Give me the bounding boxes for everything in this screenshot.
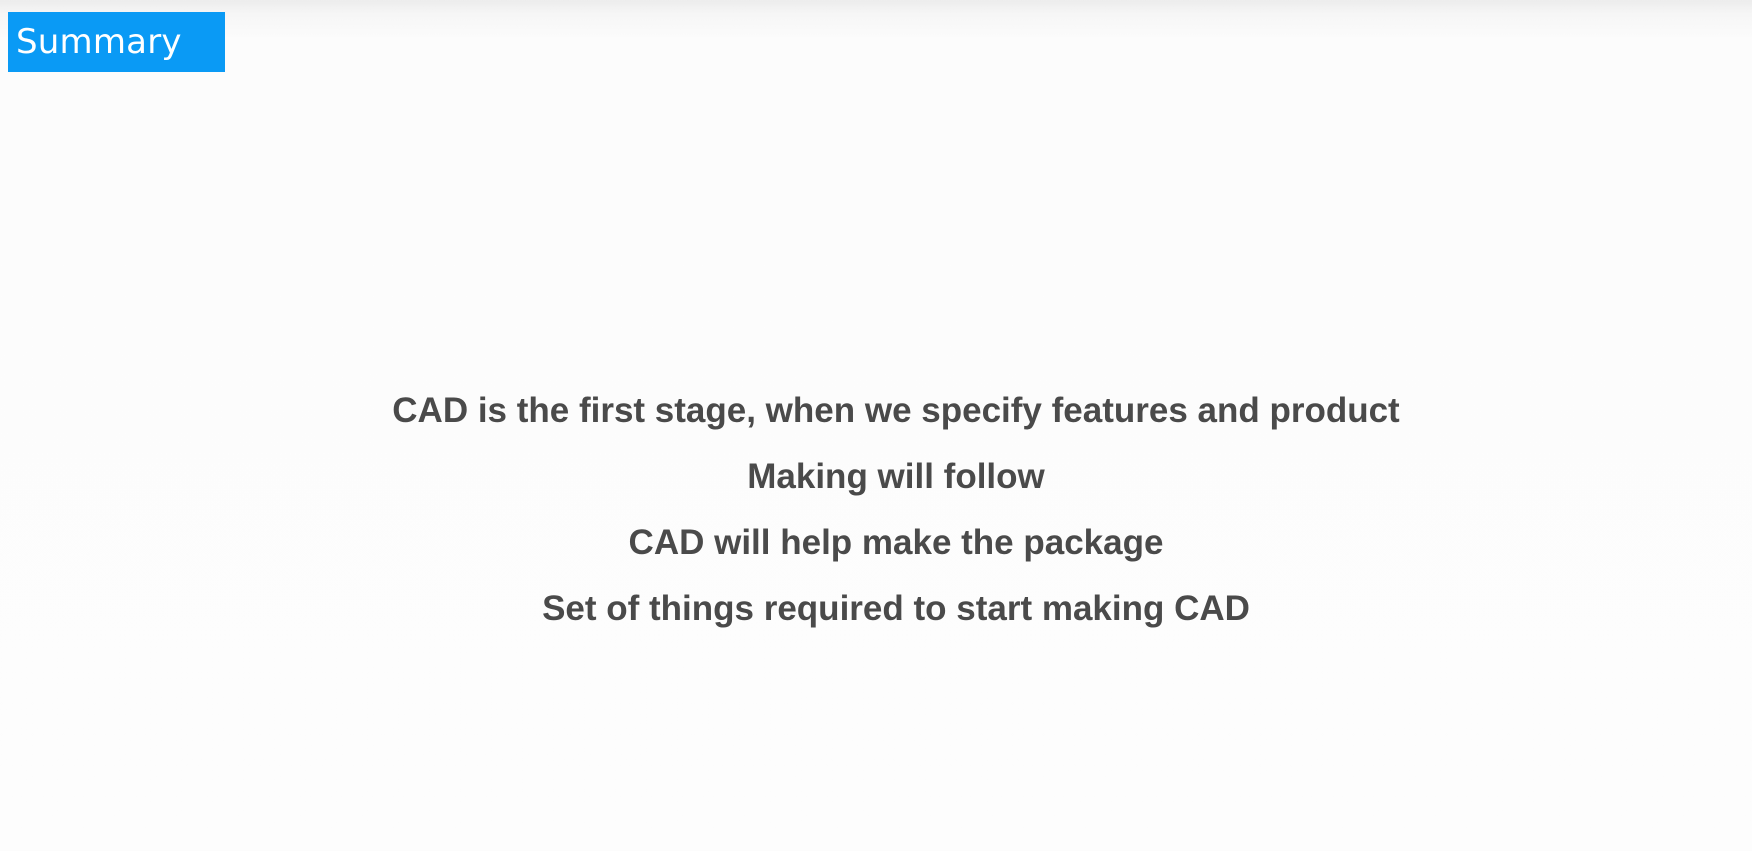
summary-line-2: Making will follow [747, 457, 1045, 496]
slide: Summary CAD is the first stage, when we … [0, 0, 1752, 851]
summary-content: CAD is the first stage, when we specify … [0, 378, 1752, 642]
section-title-badge: Summary [8, 12, 225, 72]
summary-line-4: Set of things required to start making C… [542, 589, 1250, 628]
summary-line-1: CAD is the first stage, when we specify … [392, 391, 1400, 430]
summary-line-3: CAD will help make the package [628, 523, 1164, 562]
